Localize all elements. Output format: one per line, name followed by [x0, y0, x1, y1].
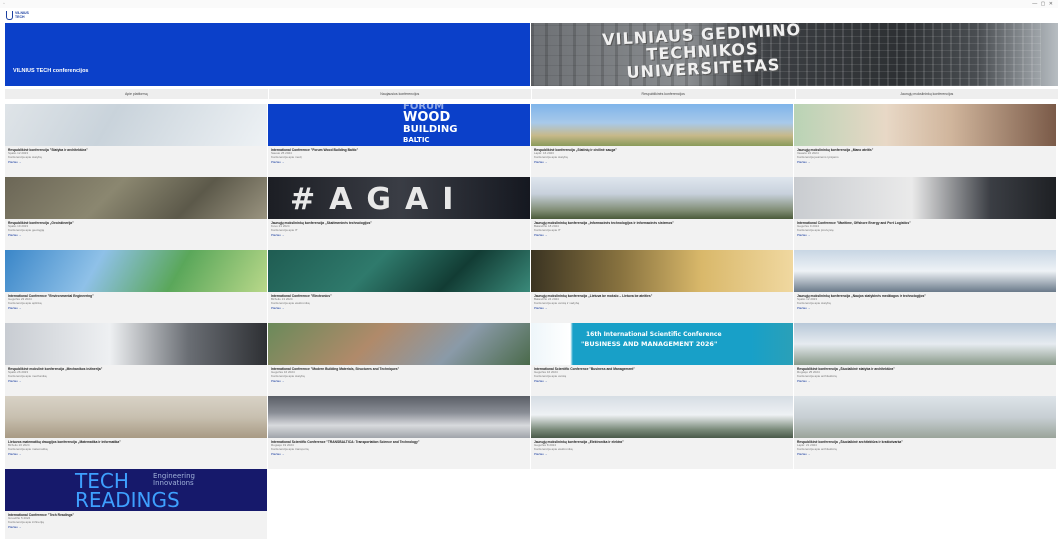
read-more-link[interactable]: Plačiau → [797, 160, 1053, 164]
site-header: VILNIUS TECH [0, 8, 1058, 22]
conference-card[interactable]: Respublikinė konferencija „Šiuolaikinė s… [794, 323, 1056, 396]
read-more-link[interactable]: Plačiau → [534, 306, 790, 310]
banner-text: READINGS [75, 488, 180, 511]
environment-photo[interactable] [5, 250, 267, 292]
read-more-link[interactable]: Plačiau → [8, 233, 264, 237]
building-photo[interactable] [794, 250, 1056, 292]
students-photo[interactable] [794, 104, 1056, 146]
read-more-link[interactable]: Plačiau → [797, 306, 1053, 310]
workshop-photo[interactable] [5, 323, 267, 365]
read-more-link[interactable]: Plačiau → [271, 160, 527, 164]
tab-about[interactable]: Apie platformą [5, 89, 268, 99]
read-more-link[interactable]: Plačiau → [534, 452, 790, 456]
window-controls[interactable]: — ▢ ✕ [1032, 1, 1054, 7]
conference-card[interactable]: International Conference "Electronics" Bi… [268, 250, 530, 323]
maritime-photo[interactable] [794, 177, 1056, 219]
banner-text: 16th International Scientific Conference [586, 331, 722, 338]
landscape-photo[interactable] [794, 396, 1056, 438]
conference-card[interactable]: Jaunųjų mokslininkų konferencija „Inform… [531, 177, 793, 250]
conference-card[interactable]: Lietuvos matematikų draugijos konferenci… [5, 396, 267, 469]
read-more-link[interactable]: Plačiau → [534, 379, 790, 383]
city-buildings-photo[interactable] [531, 104, 793, 146]
read-more-link[interactable]: Plačiau → [797, 452, 1053, 456]
aerial-city-photo[interactable] [268, 323, 530, 365]
hero-title: VILNIUS TECH conferencijos [13, 68, 89, 74]
conference-card[interactable]: Jaunųjų mokslininkų konferencija „Lietuv… [531, 250, 793, 323]
agaj-banner[interactable]: #AGAI [268, 177, 530, 219]
conference-card[interactable]: International Conference "Maritime, Offs… [794, 177, 1056, 250]
rock-photo[interactable] [5, 177, 267, 219]
conference-card[interactable]: Jaunųjų mokslininkų konferencija „Mano a… [794, 104, 1056, 177]
conference-card[interactable]: International Scientific Conference "TRA… [268, 396, 530, 469]
read-more-link[interactable]: Plačiau → [797, 379, 1053, 383]
window-chrome: ◦ — ▢ ✕ [0, 0, 1058, 8]
tech-readings-banner[interactable]: TECH READINGS Engineering Innovations [5, 469, 267, 511]
conference-card[interactable]: Jaunųjų mokslininkų konferencija „Naujos… [794, 250, 1056, 323]
hero-image: VILNIAUS GEDIMINO TECHNIKOS UNIVERSITETAS [531, 23, 1058, 86]
hero-banner: VILNIUS TECH conferencijos [5, 23, 530, 86]
finance-photo[interactable] [531, 250, 793, 292]
conference-card[interactable]: International Conference "Modern Buildin… [268, 323, 530, 396]
tab-republican[interactable]: Respublikinės konferencijos [532, 89, 795, 99]
banner-text: BUILDING [403, 124, 458, 135]
conference-grid: Respublikinė konferencija "Statyba ir ar… [5, 104, 1058, 539]
logo-text: VILNIUS TECH [15, 11, 29, 19]
logo-mark-icon [6, 10, 13, 20]
vilnius-tech-logo[interactable]: VILNIUS TECH [6, 10, 37, 20]
read-more-link[interactable]: Plačiau → [534, 160, 790, 164]
conference-card[interactable]: Respublikinė konferencija „Šiuolaikinė a… [794, 396, 1056, 469]
tab-latest[interactable]: Naujausios konferencijos [268, 89, 531, 99]
conference-card[interactable]: Respublikinė konferencija „Geoinžinerija… [5, 177, 267, 250]
conference-card[interactable]: 16th International Scientific Conference… [531, 323, 793, 396]
conference-card[interactable]: Respublikinė mokslinė konferencija „Mech… [5, 323, 267, 396]
read-more-link[interactable]: Plačiau → [271, 233, 527, 237]
conference-card[interactable]: International Conference "Environmental … [5, 250, 267, 323]
read-more-link[interactable]: Plačiau → [534, 233, 790, 237]
banner-text: BALTIC [403, 136, 430, 144]
conference-card[interactable]: Respublikinė konferencija „Statinių ir c… [531, 104, 793, 177]
category-tabs: Apie platformą Naujausios konferencijos … [5, 89, 1058, 99]
car-photo[interactable] [268, 396, 530, 438]
architecture-photo[interactable] [5, 104, 267, 146]
read-more-link[interactable]: Plačiau → [8, 306, 264, 310]
modern-building-photo[interactable] [794, 323, 1056, 365]
forum-wood-banner[interactable]: FORUM WOOD BUILDING BALTIC [268, 104, 530, 146]
conference-card[interactable]: #AGAI Jaunųjų mokslininkų konferencija „S… [268, 177, 530, 250]
conference-card[interactable]: FORUM WOOD BUILDING BALTIC International Con… [268, 104, 530, 177]
read-more-link[interactable]: Plačiau → [271, 306, 527, 310]
banner-text: WOOD [403, 110, 451, 125]
team-photo[interactable] [531, 396, 793, 438]
read-more-link[interactable]: Plačiau → [8, 525, 264, 529]
university-sign: VILNIAUS GEDIMINO TECHNIKOS UNIVERSITETAS [602, 23, 803, 82]
read-more-link[interactable]: Plačiau → [271, 379, 527, 383]
group-photo[interactable] [531, 177, 793, 219]
conference-card[interactable]: Respublikinė konferencija "Statyba ir ar… [5, 104, 267, 177]
read-more-link[interactable]: Plačiau → [8, 452, 264, 456]
window-menu-icon[interactable]: ◦ [3, 1, 5, 7]
banner-text: "BUSINESS AND MANAGEMENT 2026" [581, 340, 718, 348]
read-more-link[interactable]: Plačiau → [797, 233, 1053, 237]
conference-card[interactable]: TECH READINGS Engineering Innovations Intern… [5, 469, 267, 539]
read-more-link[interactable]: Plačiau → [8, 160, 264, 164]
electronics-photo[interactable] [268, 250, 530, 292]
tab-young-scientists[interactable]: Jaunųjų mokslininkų konferencijos [795, 89, 1058, 99]
business-banner[interactable]: 16th International Scientific Conference… [531, 323, 793, 365]
read-more-link[interactable]: Plačiau → [271, 452, 527, 456]
banner-text: #AGAI [290, 182, 468, 217]
read-more-link[interactable]: Plačiau → [8, 379, 264, 383]
banner-text: Innovations [153, 479, 194, 487]
historic-building-photo[interactable] [5, 396, 267, 438]
conference-card[interactable]: Jaunųjų mokslininkų konferencija „Elektr… [531, 396, 793, 469]
